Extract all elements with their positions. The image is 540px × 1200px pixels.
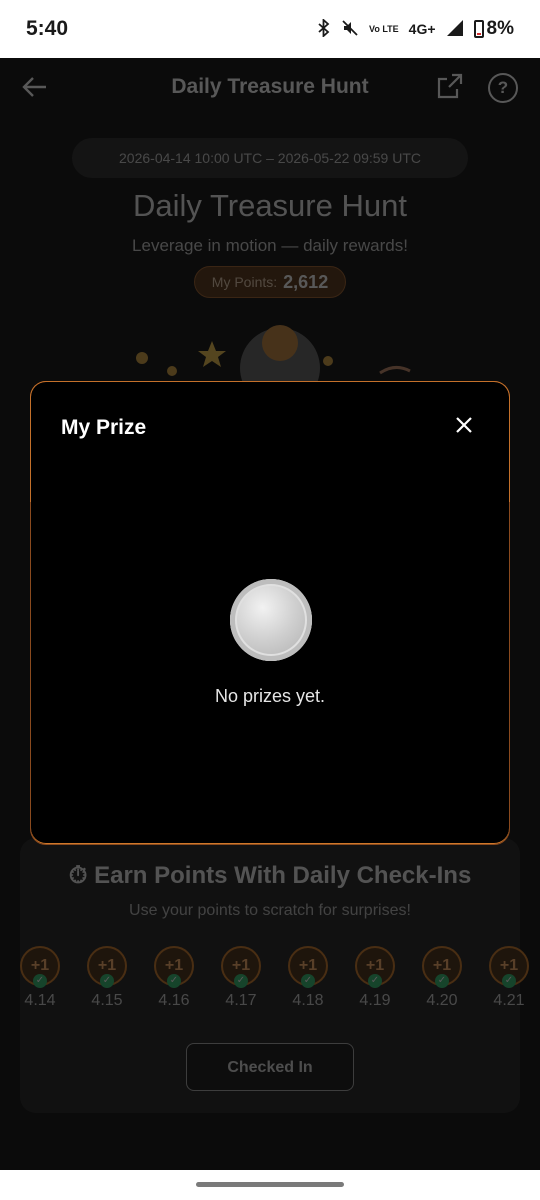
- my-points-badge[interactable]: My Points: 2,612: [194, 266, 346, 298]
- check-icon: ✓: [167, 974, 181, 988]
- mute-icon: [341, 19, 359, 40]
- checkin-day: +1 ✓ 4.14: [20, 946, 60, 1010]
- reward-badge: +1 ✓: [422, 946, 462, 988]
- points-value: 2,612: [283, 271, 329, 292]
- reward-badge: +1 ✓: [221, 946, 261, 988]
- reward-badge: +1 ✓: [87, 946, 127, 988]
- empty-state-text: No prizes yet.: [214, 686, 326, 706]
- checkin-day: +1 ✓ 4.16: [154, 946, 194, 1010]
- reward-badge: +1 ✓: [288, 946, 328, 988]
- empty-coin-icon: [230, 579, 312, 661]
- home-gesture-handle[interactable]: [196, 1182, 344, 1187]
- checkin-title: ⏱ Earn Points With Daily Check-Ins: [20, 862, 520, 890]
- help-icon[interactable]: ?: [488, 73, 518, 103]
- checkin-day: +1 ✓ 4.18: [288, 946, 328, 1010]
- checkin-date: 4.17: [225, 992, 257, 1009]
- reward-badge: +1 ✓: [20, 946, 60, 988]
- check-icon: ✓: [435, 974, 449, 988]
- check-icon: ✓: [234, 974, 248, 988]
- check-icon: ✓: [368, 974, 382, 988]
- checkin-day: +1 ✓ 4.20: [422, 946, 462, 1010]
- checkin-date: 4.15: [91, 992, 123, 1009]
- checkin-card: ⏱ Earn Points With Daily Check-Ins Use y…: [20, 838, 529, 1113]
- reward-badge: +1 ✓: [489, 946, 529, 988]
- share-icon[interactable]: [436, 72, 464, 105]
- bluetooth-icon: [317, 17, 331, 40]
- battery-level: 8%: [486, 18, 514, 39]
- hero-subtitle: Leverage in motion — daily rewards!: [132, 236, 408, 255]
- checkin-day: +1 ✓ 4.21: [489, 946, 529, 1010]
- battery-icon: [473, 20, 484, 38]
- checkin-day: +1 ✓ 4.15: [87, 946, 127, 1010]
- check-icon: ✓: [502, 974, 516, 988]
- check-icon: ✓: [301, 974, 315, 988]
- checkin-days: +1 ✓ 4.14 +1 ✓ 4.15 +1 ✓ 4.16 +1 ✓ 4.17 +1 ✓: [20, 946, 540, 1026]
- battery-status: 8%: [473, 18, 514, 40]
- reward-badge: +1 ✓: [355, 946, 395, 988]
- checkin-day: +1 ✓ 4.19: [355, 946, 395, 1010]
- checkin-day: +1 ✓ 4.17: [221, 946, 261, 1010]
- network-label: 4G+: [408, 21, 436, 37]
- close-icon[interactable]: [453, 414, 475, 436]
- system-nav-bar: [0, 1170, 540, 1200]
- top-bar: Daily Treasure Hunt ?: [0, 58, 540, 118]
- checkin-subtitle: Use your points to scratch for surprises…: [129, 902, 411, 919]
- status-icons: Vo LTE 4G+ 8%: [317, 17, 514, 40]
- check-icon: ✓: [100, 974, 114, 988]
- checkin-date: 4.16: [158, 992, 190, 1009]
- modal-title: My Prize: [61, 416, 147, 439]
- points-label: My Points:: [211, 274, 278, 290]
- checkin-title-text: Earn Points With Daily Check-Ins: [94, 862, 472, 889]
- status-time: 5:40: [26, 17, 69, 40]
- checkin-date: 4.19: [359, 992, 391, 1009]
- hero-title: Daily Treasure Hunt: [133, 188, 407, 223]
- checked-in-button[interactable]: Checked In: [186, 1043, 354, 1091]
- checkin-date: 4.14: [24, 992, 56, 1009]
- reward-badge: +1 ✓: [154, 946, 194, 988]
- status-bar: 5:40 Vo LTE 4G+ 8%: [0, 0, 540, 58]
- check-icon: ✓: [33, 974, 47, 988]
- date-range: 2026-04-14 10:00 UTC – 2026-05-22 09:59 …: [72, 138, 468, 178]
- my-prize-modal: My Prize No prizes yet.: [30, 381, 510, 845]
- stopwatch-icon: ⏱: [68, 862, 88, 889]
- volte-label: Vo LTE: [369, 23, 399, 34]
- signal-icon: [446, 19, 464, 40]
- checkin-date: 4.21: [493, 992, 525, 1009]
- checkin-date: 4.20: [426, 992, 458, 1009]
- checkin-date: 4.18: [292, 992, 324, 1009]
